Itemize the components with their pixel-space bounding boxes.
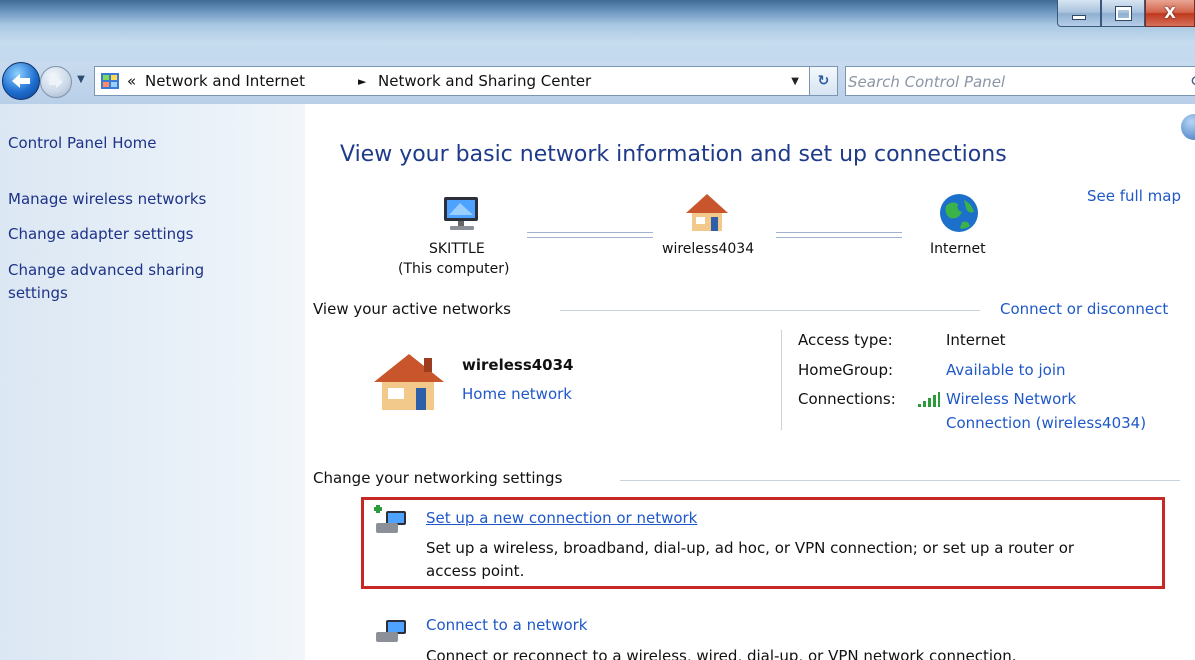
connect-network-icon (376, 620, 406, 642)
wireless-connection-link[interactable]: Wireless Network (946, 390, 1076, 408)
homegroup-link[interactable]: Available to join (946, 361, 1066, 379)
setup-connection-desc-line1: Set up a wireless, broadband, dial-up, a… (426, 539, 1075, 557)
map-computer-name: SKITTLE (429, 241, 485, 257)
history-dropdown-button[interactable]: ▼ (74, 72, 88, 86)
connect-to-network-link[interactable]: Connect to a network (426, 616, 588, 634)
homegroup-label: HomeGroup: (798, 361, 894, 379)
minimize-button[interactable] (1057, 0, 1101, 27)
network-house-icon[interactable] (684, 191, 730, 233)
network-sharing-center-window: X ▼ « Network and Internet ► Network and… (0, 0, 1195, 660)
network-category-link[interactable]: Home network (462, 385, 572, 403)
chrome-spacer (0, 42, 1195, 62)
connect-to-network-desc: Connect or reconnect to a wireless, wire… (426, 647, 1017, 660)
address-dropdown-icon[interactable]: ▼ (791, 76, 799, 87)
computer-icon[interactable] (440, 195, 484, 233)
sidebar-item-change-adapter-settings[interactable]: Change adapter settings (8, 225, 194, 243)
map-internet-name: Internet (930, 241, 986, 257)
internet-globe-icon[interactable] (938, 192, 980, 234)
networking-settings-heading: Change your networking settings (313, 469, 571, 487)
page-title: View your basic network information and … (340, 142, 1007, 167)
new-connection-icon (374, 505, 406, 533)
wireless-connection-link-cont[interactable]: Connection (wireless4034) (946, 414, 1146, 432)
chevron-down-icon: ▼ (77, 73, 85, 85)
control-panel-icon (101, 73, 119, 89)
map-computer-note: (This computer) (398, 261, 510, 277)
breadcrumb-overflow-chevron[interactable]: « (127, 72, 136, 90)
section-divider (560, 310, 980, 311)
refresh-button[interactable]: ↻ (810, 66, 838, 96)
maximize-button[interactable] (1101, 0, 1145, 27)
address-bar[interactable]: « Network and Internet ► Network and Sha… (94, 66, 810, 96)
active-networks-heading: View your active networks (313, 300, 519, 318)
setup-connection-link[interactable]: Set up a new connection or network (426, 509, 697, 527)
see-full-map-link[interactable]: See full map (1087, 187, 1181, 205)
search-input[interactable] (846, 71, 1170, 93)
forward-arrow-icon (49, 76, 63, 88)
search-box[interactable]: ⚲ (845, 66, 1195, 96)
setup-connection-desc-line2: access point. (426, 562, 525, 580)
title-bar[interactable]: X (0, 0, 1195, 42)
breadcrumb-network-and-internet[interactable]: Network and Internet (145, 72, 305, 90)
connections-label: Connections: (798, 390, 896, 408)
section-divider (620, 480, 1180, 481)
breadcrumb-separator-icon[interactable]: ► (358, 75, 366, 88)
back-button[interactable] (2, 62, 40, 100)
sidebar-item-change-advanced-sharing-cont[interactable]: settings (8, 284, 68, 302)
map-network-name: wireless4034 (662, 241, 755, 257)
vertical-divider (781, 330, 782, 430)
signal-strength-icon (918, 392, 940, 407)
sidebar-item-control-panel-home[interactable]: Control Panel Home (8, 134, 157, 152)
back-arrow-icon (12, 74, 30, 88)
map-connector-line (527, 232, 653, 238)
close-icon: X (1164, 4, 1176, 22)
access-type-value: Internet (946, 331, 1006, 349)
network-name: wireless4034 (462, 356, 574, 374)
search-icon[interactable]: ⚲ (1190, 73, 1195, 92)
refresh-icon: ↻ (817, 73, 830, 89)
sidebar-item-change-advanced-sharing[interactable]: Change advanced sharing (8, 261, 204, 279)
sidebar-item-manage-wireless-networks[interactable]: Manage wireless networks (8, 190, 206, 208)
connect-or-disconnect-link[interactable]: Connect or disconnect (1000, 300, 1177, 318)
map-connector-line (776, 232, 902, 238)
minimize-icon (1072, 14, 1086, 20)
access-type-label: Access type: (798, 331, 893, 349)
home-network-icon (374, 354, 444, 410)
breadcrumb-network-and-sharing-center[interactable]: Network and Sharing Center (378, 72, 591, 90)
close-button[interactable]: X (1145, 0, 1195, 27)
maximize-icon (1114, 5, 1132, 21)
sidebar: Control Panel Home Manage wireless netwo… (0, 104, 305, 660)
window-controls: X (1057, 0, 1195, 27)
forward-button[interactable] (40, 66, 72, 98)
